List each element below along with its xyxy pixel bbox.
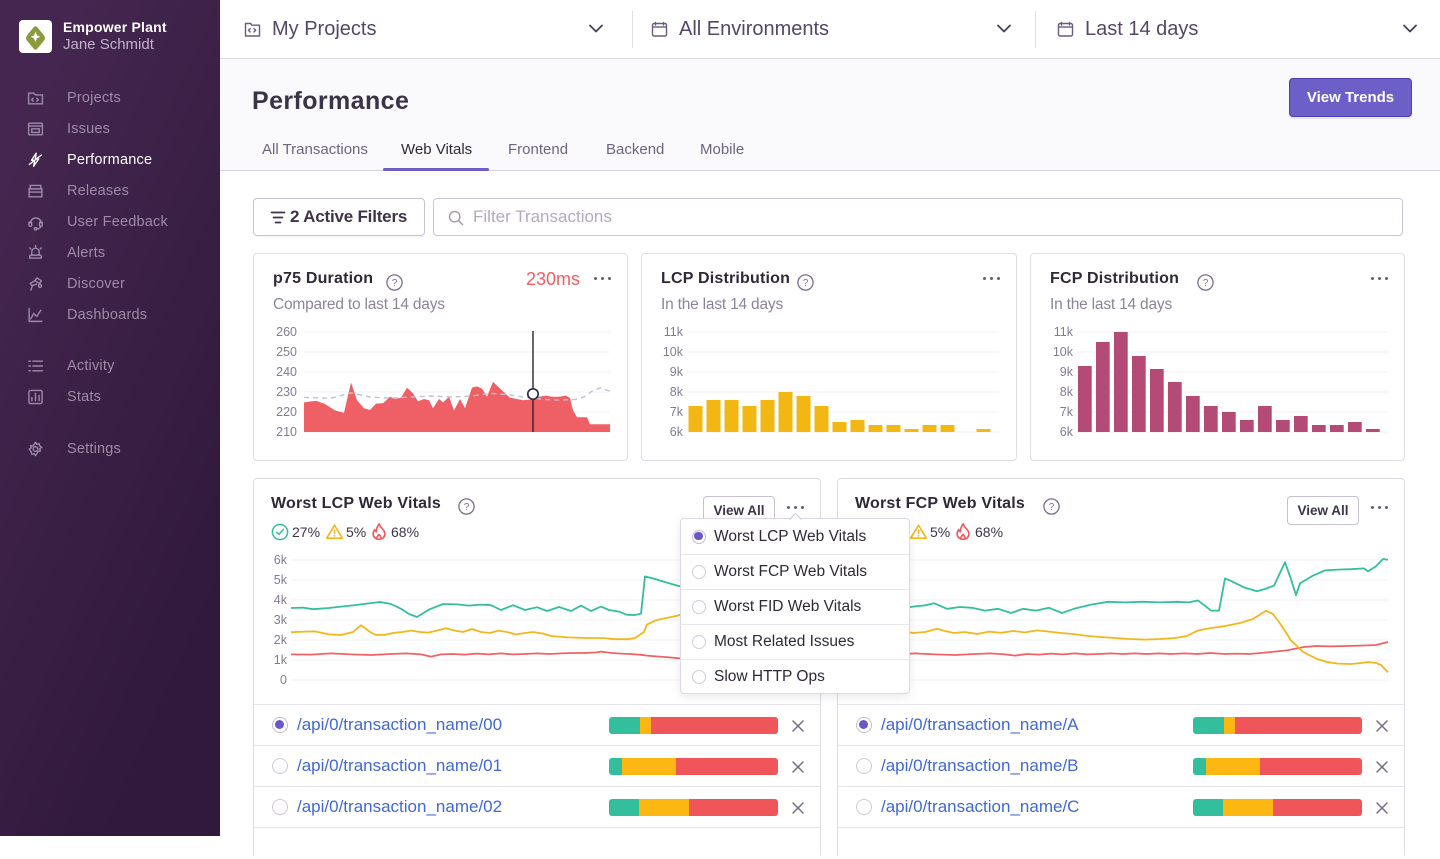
- svg-text:6k: 6k: [1060, 425, 1074, 439]
- svg-text:?: ?: [1049, 502, 1055, 513]
- svg-text:250: 250: [276, 345, 297, 359]
- svg-text:0: 0: [280, 673, 287, 687]
- svg-text:7k: 7k: [1060, 405, 1074, 419]
- svg-text:3k: 3k: [274, 613, 288, 627]
- svg-text:6k: 6k: [670, 425, 684, 439]
- svg-text:?: ?: [392, 278, 398, 289]
- svg-text:6k: 6k: [274, 553, 288, 567]
- svg-text:?: ?: [1203, 278, 1209, 289]
- svg-text:260: 260: [276, 325, 297, 339]
- svg-text:7k: 7k: [670, 405, 684, 419]
- svg-text:?: ?: [803, 278, 809, 289]
- svg-text:230: 230: [276, 385, 297, 399]
- svg-text:?: ?: [464, 502, 470, 513]
- svg-text:1k: 1k: [274, 653, 288, 667]
- svg-text:4k: 4k: [274, 593, 288, 607]
- svg-text:8k: 8k: [670, 385, 684, 399]
- svg-text:10k: 10k: [663, 345, 684, 359]
- svg-text:8k: 8k: [1060, 385, 1074, 399]
- svg-text:220: 220: [276, 405, 297, 419]
- svg-text:9k: 9k: [1060, 365, 1074, 379]
- svg-text:11k: 11k: [1054, 325, 1074, 339]
- svg-text:9k: 9k: [670, 365, 684, 379]
- svg-text:11k: 11k: [664, 325, 684, 339]
- svg-text:210: 210: [276, 425, 297, 439]
- svg-text:5k: 5k: [274, 573, 288, 587]
- svg-text:2k: 2k: [274, 633, 288, 647]
- svg-text:10k: 10k: [1053, 345, 1074, 359]
- svg-text:240: 240: [276, 365, 297, 379]
